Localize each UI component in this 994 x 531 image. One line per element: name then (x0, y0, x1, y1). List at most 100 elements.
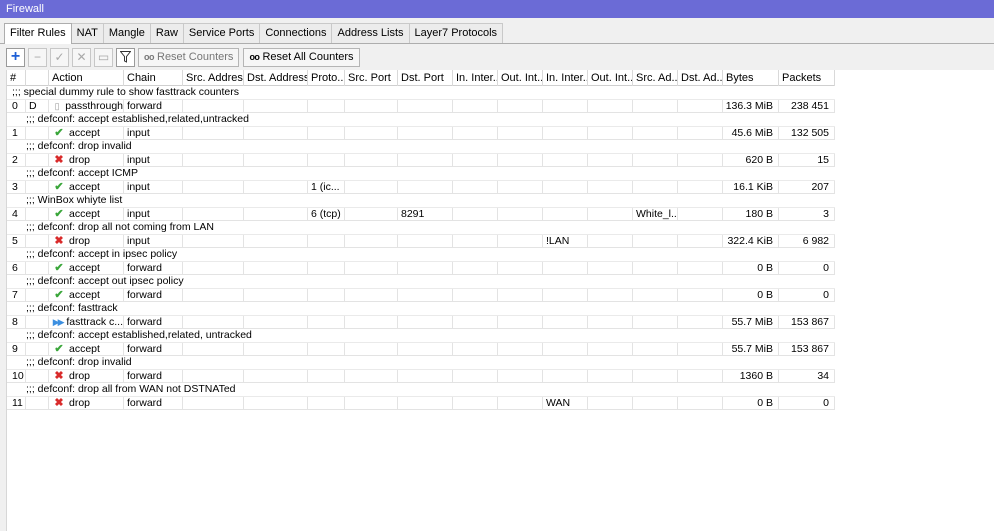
col-src-address-list-cell: White_l... (633, 207, 678, 221)
col-dst-port-header[interactable]: Dst. Port (398, 70, 453, 86)
rule-comment[interactable]: ;;; defconf: accept in ipsec policy (7, 248, 835, 262)
col-dst-port-cell (398, 396, 453, 410)
table-row[interactable]: 10 ✖ drop forward 1360 B 34 (7, 369, 835, 383)
tab-filter-rules[interactable]: Filter Rules (4, 23, 72, 44)
tab-service-ports[interactable]: Service Ports (182, 23, 261, 43)
col-out-interface-cell (498, 261, 543, 275)
tab-layer7-protocols[interactable]: Layer7 Protocols (408, 23, 504, 43)
col-number-cell: 8 (7, 315, 26, 329)
col-protocol-cell (308, 396, 345, 410)
col-packets-cell: 207 (779, 180, 835, 194)
table-row[interactable]: 0 D ▯ passthrough forward 136.3 MiB 238 451 (7, 99, 835, 113)
col-out-interface-cell (498, 315, 543, 329)
col-protocol-header[interactable]: Proto... (308, 70, 345, 86)
col-src-address-list-header[interactable]: Src. Ad... (633, 70, 678, 86)
col-flags-header[interactable] (26, 70, 49, 86)
col-in-interface-cell (453, 126, 498, 140)
col-in-interface-header[interactable]: In. Inter... (453, 70, 498, 86)
reset-all-counters-button[interactable]: oo Reset All Counters (243, 47, 360, 67)
col-dst-address-list-cell (678, 315, 723, 329)
tab-mangle[interactable]: Mangle (102, 23, 151, 43)
col-packets-header[interactable]: Packets (779, 70, 835, 86)
rules-table[interactable]: # Action Chain Src. Address Dst. Address Prot… (6, 70, 994, 531)
rule-comment[interactable]: ;;; defconf: drop invalid (7, 356, 835, 370)
col-out-interface-header[interactable]: Out. Int... (498, 70, 543, 86)
col-src-address-cell (183, 234, 244, 248)
col-out-interface-list-cell (588, 234, 633, 248)
table-row[interactable]: 2 ✖ drop input 620 B 15 (7, 153, 835, 167)
col-dst-port-cell (398, 153, 453, 167)
col-flags-cell (26, 369, 49, 383)
col-packets-cell: 132 505 (779, 126, 835, 140)
col-bytes-cell: 55.7 MiB (723, 315, 779, 329)
col-in-interface-list-cell (543, 207, 588, 221)
rule-comment[interactable]: ;;; WinBox whiyte list (7, 194, 835, 208)
tab-connections[interactable]: Connections (259, 23, 333, 43)
col-out-interface-list-header[interactable]: Out. Int... (588, 70, 633, 86)
table-row[interactable]: 8 ▶▶ fasttrack c... forward 55.7 MiB 153 867 (7, 315, 835, 329)
col-in-interface-list-cell (543, 288, 588, 302)
col-out-interface-cell (498, 342, 543, 356)
col-src-address-header[interactable]: Src. Address (183, 70, 244, 86)
col-in-interface-cell (453, 342, 498, 356)
col-flags-cell (26, 153, 49, 167)
col-src-address-list-cell (633, 261, 678, 275)
col-number-cell: 1 (7, 126, 26, 140)
filter-button[interactable] (116, 47, 135, 67)
rule-comment[interactable]: ;;; defconf: drop invalid (7, 140, 835, 154)
col-bytes-cell: 0 B (723, 396, 779, 410)
col-number-header[interactable]: # (7, 70, 26, 86)
rule-comment[interactable]: ;;; special dummy rule to show fasttrack… (7, 86, 835, 100)
col-bytes-cell: 136.3 MiB (723, 99, 779, 113)
col-out-interface-list-cell (588, 369, 633, 383)
rule-comment[interactable]: ;;; defconf: accept out ipsec policy (7, 275, 835, 289)
col-protocol-cell (308, 261, 345, 275)
col-bytes-header[interactable]: Bytes (723, 70, 779, 86)
rule-comment[interactable]: ;;; defconf: fasttrack (7, 302, 835, 316)
col-src-address-cell (183, 342, 244, 356)
col-in-interface-cell (453, 396, 498, 410)
col-packets-cell: 0 (779, 261, 835, 275)
table-row[interactable]: 9 ✔ accept forward 55.7 MiB 153 867 (7, 342, 835, 356)
col-out-interface-cell (498, 153, 543, 167)
table-row[interactable]: 6 ✔ accept forward 0 B0 (7, 261, 835, 275)
col-dst-address-header[interactable]: Dst. Address (244, 70, 308, 86)
rule-comment[interactable]: ;;; defconf: drop all from WAN not DSTNA… (7, 383, 835, 397)
rule-comment[interactable]: ;;; defconf: accept established,related,… (7, 329, 835, 343)
col-chain-header[interactable]: Chain (124, 70, 183, 86)
comment-button[interactable]: ▭ (94, 47, 113, 67)
col-src-port-cell (345, 153, 398, 167)
col-packets-cell: 6 982 (779, 234, 835, 248)
table-row[interactable]: 1 ✔ accept input 45.6 MiB 132 505 (7, 126, 835, 140)
tab-address-lists[interactable]: Address Lists (331, 23, 410, 43)
col-src-port-header[interactable]: Src. Port (345, 70, 398, 86)
action-label: drop (69, 369, 91, 382)
col-dst-address-list-header[interactable]: Dst. Ad... (678, 70, 723, 86)
rule-comment[interactable]: ;;; defconf: drop all not coming from LA… (7, 221, 835, 235)
col-out-interface-list-cell (588, 261, 633, 275)
tab-raw[interactable]: Raw (149, 23, 184, 43)
col-action-header[interactable]: Action (49, 70, 124, 86)
table-row[interactable]: 5 ✖ drop input !LAN 322.4 KiB 6 982 (7, 234, 835, 248)
accept-icon: ✔ (54, 288, 64, 301)
table-row[interactable]: 4 ✔ accept input 6 (tcp) 8291 White_l... 180 B3 (7, 207, 835, 221)
col-chain-cell: forward (124, 288, 183, 302)
enable-button[interactable]: ✓ (50, 47, 69, 67)
col-dst-port-cell (398, 288, 453, 302)
col-packets-cell: 238 451 (779, 99, 835, 113)
table-row[interactable]: 7 ✔ accept forward 0 B0 (7, 288, 835, 302)
disable-button[interactable]: ✕ (72, 47, 91, 67)
rule-comment[interactable]: ;;; defconf: accept ICMP (7, 167, 835, 181)
add-button[interactable]: + (6, 47, 25, 67)
table-row[interactable]: 11 ✖ drop forward WAN 0 B0 (7, 396, 835, 410)
table-row[interactable]: 3 ✔ accept input 1 (ic... 16.1 KiB 207 (7, 180, 835, 194)
remove-button[interactable]: − (28, 47, 47, 67)
col-packets-cell: 0 (779, 288, 835, 302)
drop-icon: ✖ (54, 369, 64, 382)
tab-nat[interactable]: NAT (70, 23, 104, 43)
col-in-interface-list-header[interactable]: In. Inter... (543, 70, 588, 86)
reset-counters-button[interactable]: oo Reset Counters (138, 47, 240, 67)
col-flags-cell (26, 396, 49, 410)
col-action-cell: ✖ drop (49, 396, 124, 410)
rule-comment[interactable]: ;;; defconf: accept established,related,… (7, 113, 835, 127)
